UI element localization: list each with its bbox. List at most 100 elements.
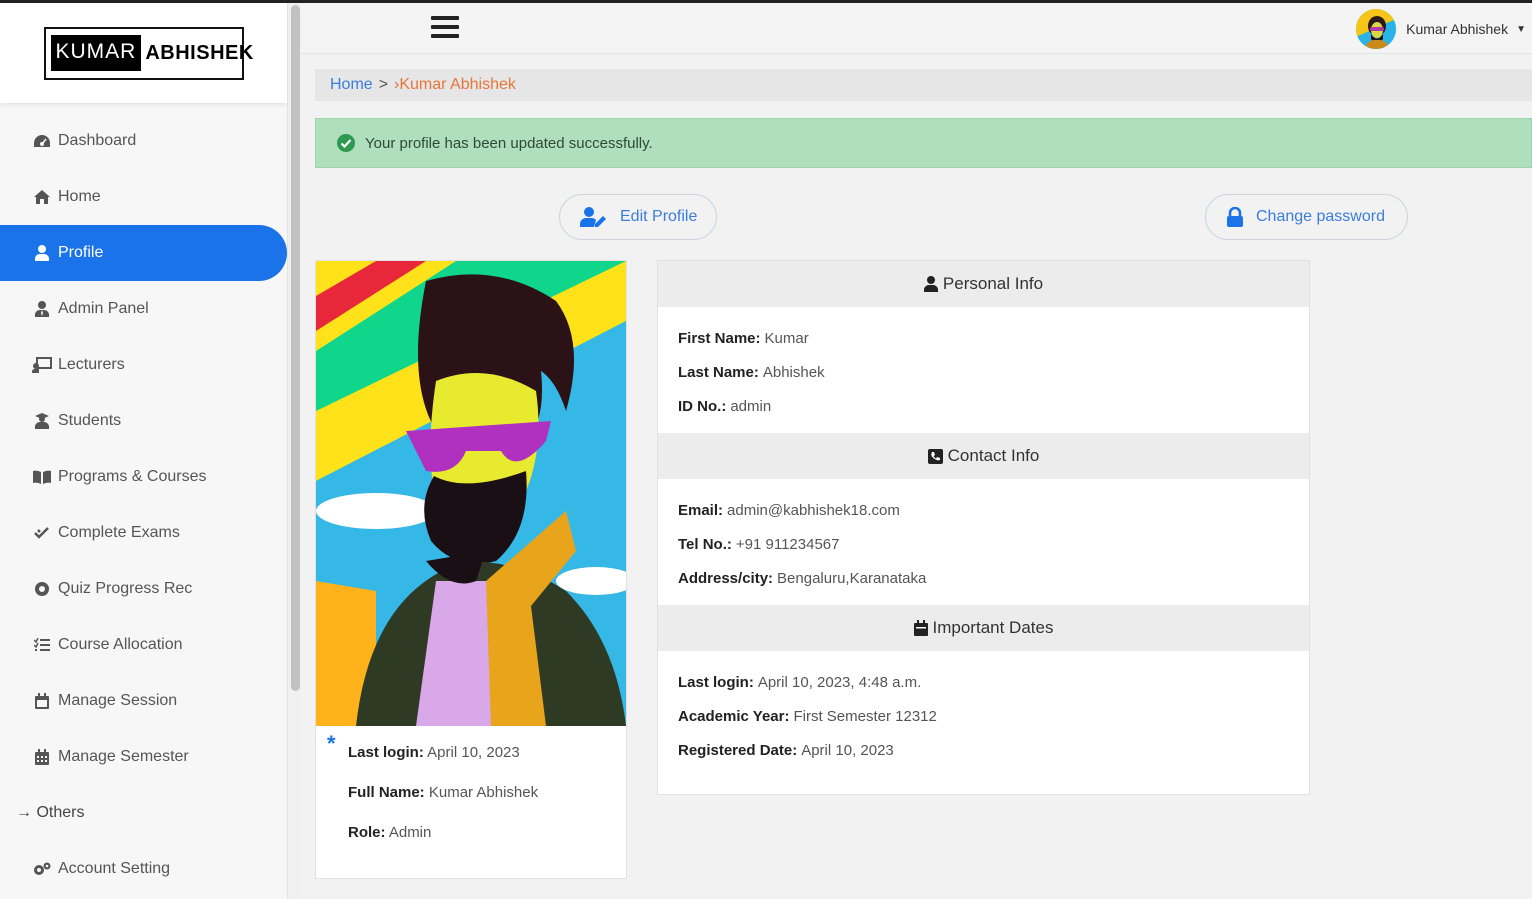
sidebar-item-complete-exams[interactable]: Complete Exams bbox=[0, 505, 287, 561]
user-menu[interactable]: Kumar Abhishek ▼ bbox=[1356, 9, 1526, 49]
user-tie-icon bbox=[32, 299, 52, 319]
last-login-value: April 10, 2023, 4:48 a.m. bbox=[757, 673, 922, 691]
card-role-value: Admin bbox=[388, 824, 432, 841]
contact-info-body: Email: admin@kabhishek18.com Tel No.: +91 … bbox=[658, 479, 1309, 605]
personal-info-header: Personal Info bbox=[658, 261, 1309, 307]
sidebar-item-label: Account Setting bbox=[58, 860, 171, 877]
address-label: Address/city: bbox=[678, 569, 774, 587]
registered-date-label: Registered Date: bbox=[678, 741, 798, 759]
scrollbar-thumb[interactable] bbox=[291, 5, 300, 691]
email-row: Email: admin@kabhishek18.com bbox=[678, 493, 1289, 527]
card-last-login: Last login: April 10, 2023 bbox=[348, 744, 520, 761]
academic-year-value: First Semester 12312 bbox=[793, 707, 937, 725]
sidebar-item-label: Home bbox=[58, 188, 101, 205]
last-name-label: Last Name: bbox=[678, 363, 759, 381]
address-row: Address/city: Bengaluru,Karanataka bbox=[678, 561, 1289, 595]
user-icon bbox=[923, 276, 938, 292]
academic-year-row: Academic Year: First Semester 12312 bbox=[678, 699, 1289, 733]
home-icon bbox=[32, 187, 52, 207]
breadcrumb-current: ›Kumar Abhishek bbox=[394, 76, 516, 93]
address-value: Bengaluru,Karanataka bbox=[777, 569, 927, 587]
sidebar-scrollbar[interactable] bbox=[287, 3, 301, 899]
card-last-login-value: April 10, 2023 bbox=[427, 744, 520, 761]
alert-message: Your profile has been updated successful… bbox=[365, 134, 653, 152]
logo-area: KUMAR ABHISHEK bbox=[0, 3, 287, 103]
calendar-grid-icon bbox=[32, 747, 52, 767]
last-login-row: Last login: April 10, 2023, 4:48 a.m. bbox=[678, 665, 1289, 699]
topbar: Kumar Abhishek ▼ bbox=[301, 3, 1532, 54]
check-double-icon bbox=[32, 523, 52, 543]
sidebar-item-label: Lecturers bbox=[58, 356, 125, 373]
calendar-icon bbox=[32, 691, 52, 711]
change-password-label: Change password bbox=[1256, 208, 1385, 225]
id-row: ID No.: admin bbox=[678, 389, 1289, 423]
tasks-icon bbox=[32, 635, 52, 655]
sidebar-item-dashboard[interactable]: Dashboard bbox=[0, 113, 287, 169]
contact-info-header: Contact Info bbox=[658, 433, 1309, 479]
sidebar-item-manage-semester[interactable]: Manage Semester bbox=[0, 729, 287, 785]
sidebar-item-label: Complete Exams bbox=[58, 524, 180, 541]
menu-toggle-icon[interactable] bbox=[431, 16, 459, 40]
registered-date-row: Registered Date: April 10, 2023 bbox=[678, 733, 1289, 767]
logo-text-left: KUMAR bbox=[50, 35, 142, 71]
check-circle-icon bbox=[337, 134, 355, 152]
id-label: ID No.: bbox=[678, 397, 727, 415]
first-name-value: Kumar bbox=[764, 329, 809, 347]
first-name-label: First Name: bbox=[678, 329, 761, 347]
breadcrumb-separator: > bbox=[378, 76, 389, 93]
sidebar-item-home[interactable]: Home bbox=[0, 169, 287, 225]
user-graduate-icon bbox=[32, 411, 52, 431]
tel-row: Tel No.: +91 911234567 bbox=[678, 527, 1289, 561]
avatar bbox=[1356, 9, 1397, 49]
card-full-name: Full Name: Kumar Abhishek bbox=[348, 784, 538, 801]
success-alert: Your profile has been updated successful… bbox=[315, 118, 1532, 168]
sidebar-item-label: Students bbox=[58, 412, 122, 429]
brand-logo[interactable]: KUMAR ABHISHEK bbox=[43, 26, 253, 80]
personal-info-body: First Name: Kumar Last Name: Abhishek ID N… bbox=[658, 307, 1309, 433]
profile-info-card: Personal Info First Name: Kumar Last Name… bbox=[657, 260, 1310, 795]
book-open-icon bbox=[32, 467, 52, 487]
edit-profile-label: Edit Profile bbox=[620, 208, 698, 225]
sidebar-item-programs-courses[interactable]: Programs & Courses bbox=[0, 449, 287, 505]
sidebar-item-label: Quiz Progress Rec bbox=[58, 580, 193, 597]
card-full-name-value: Kumar Abhishek bbox=[428, 784, 539, 801]
sidebar-item-label: Programs & Courses bbox=[58, 468, 207, 485]
record-icon bbox=[32, 579, 52, 599]
email-value: admin@kabhishek18.com bbox=[727, 501, 900, 519]
cogs-icon bbox=[32, 859, 52, 879]
sidebar-item-quiz-progress[interactable]: Quiz Progress Rec bbox=[0, 561, 287, 617]
logo-text-right: ABHISHEK bbox=[145, 41, 254, 64]
sidebar-item-admin-panel[interactable]: Admin Panel bbox=[0, 281, 287, 337]
sidebar-item-students[interactable]: Students bbox=[0, 393, 287, 449]
user-name: Kumar Abhishek bbox=[1406, 21, 1509, 37]
sidebar-item-manage-session[interactable]: Manage Session bbox=[0, 673, 287, 729]
edit-profile-button[interactable]: Edit Profile bbox=[559, 194, 717, 240]
sidebar-nav: Dashboard Home Profile Admin Panel Lectu… bbox=[0, 113, 287, 897]
card-role: Role: Admin bbox=[348, 824, 431, 841]
phone-square-icon bbox=[927, 448, 943, 464]
card-role-label: Role: bbox=[348, 824, 386, 841]
sidebar-item-label: Manage Session bbox=[58, 692, 178, 709]
asterisk-icon: * bbox=[327, 731, 336, 756]
breadcrumb-home-link[interactable]: Home bbox=[330, 76, 373, 94]
important-dates-title: Important Dates bbox=[932, 618, 1054, 637]
chalkboard-teacher-icon bbox=[32, 355, 52, 375]
card-last-login-label: Last login: bbox=[348, 744, 424, 761]
profile-photo-card: * Last login: April 10, 2023 Full Name: … bbox=[315, 260, 627, 879]
lock-icon bbox=[1227, 207, 1243, 227]
sidebar-item-lecturers[interactable]: Lecturers bbox=[0, 337, 287, 393]
user-edit-icon bbox=[580, 207, 606, 227]
sidebar-item-course-allocation[interactable]: Course Allocation bbox=[0, 617, 287, 673]
breadcrumb: Home > ›Kumar Abhishek bbox=[315, 69, 1532, 101]
change-password-button[interactable]: Change password bbox=[1205, 194, 1408, 240]
registered-date-value: April 10, 2023 bbox=[801, 741, 894, 759]
last-login-label: Last login: bbox=[678, 673, 754, 691]
sidebar-item-profile[interactable]: Profile bbox=[0, 225, 287, 281]
calendar-icon bbox=[913, 620, 928, 636]
last-name-row: Last Name: Abhishek bbox=[678, 355, 1289, 389]
academic-year-label: Academic Year: bbox=[678, 707, 790, 725]
first-name-row: First Name: Kumar bbox=[678, 321, 1289, 355]
caret-down-icon: ▼ bbox=[1516, 23, 1526, 35]
sidebar-item-label: Profile bbox=[58, 244, 104, 261]
sidebar-item-account-setting[interactable]: Account Setting bbox=[0, 841, 287, 897]
